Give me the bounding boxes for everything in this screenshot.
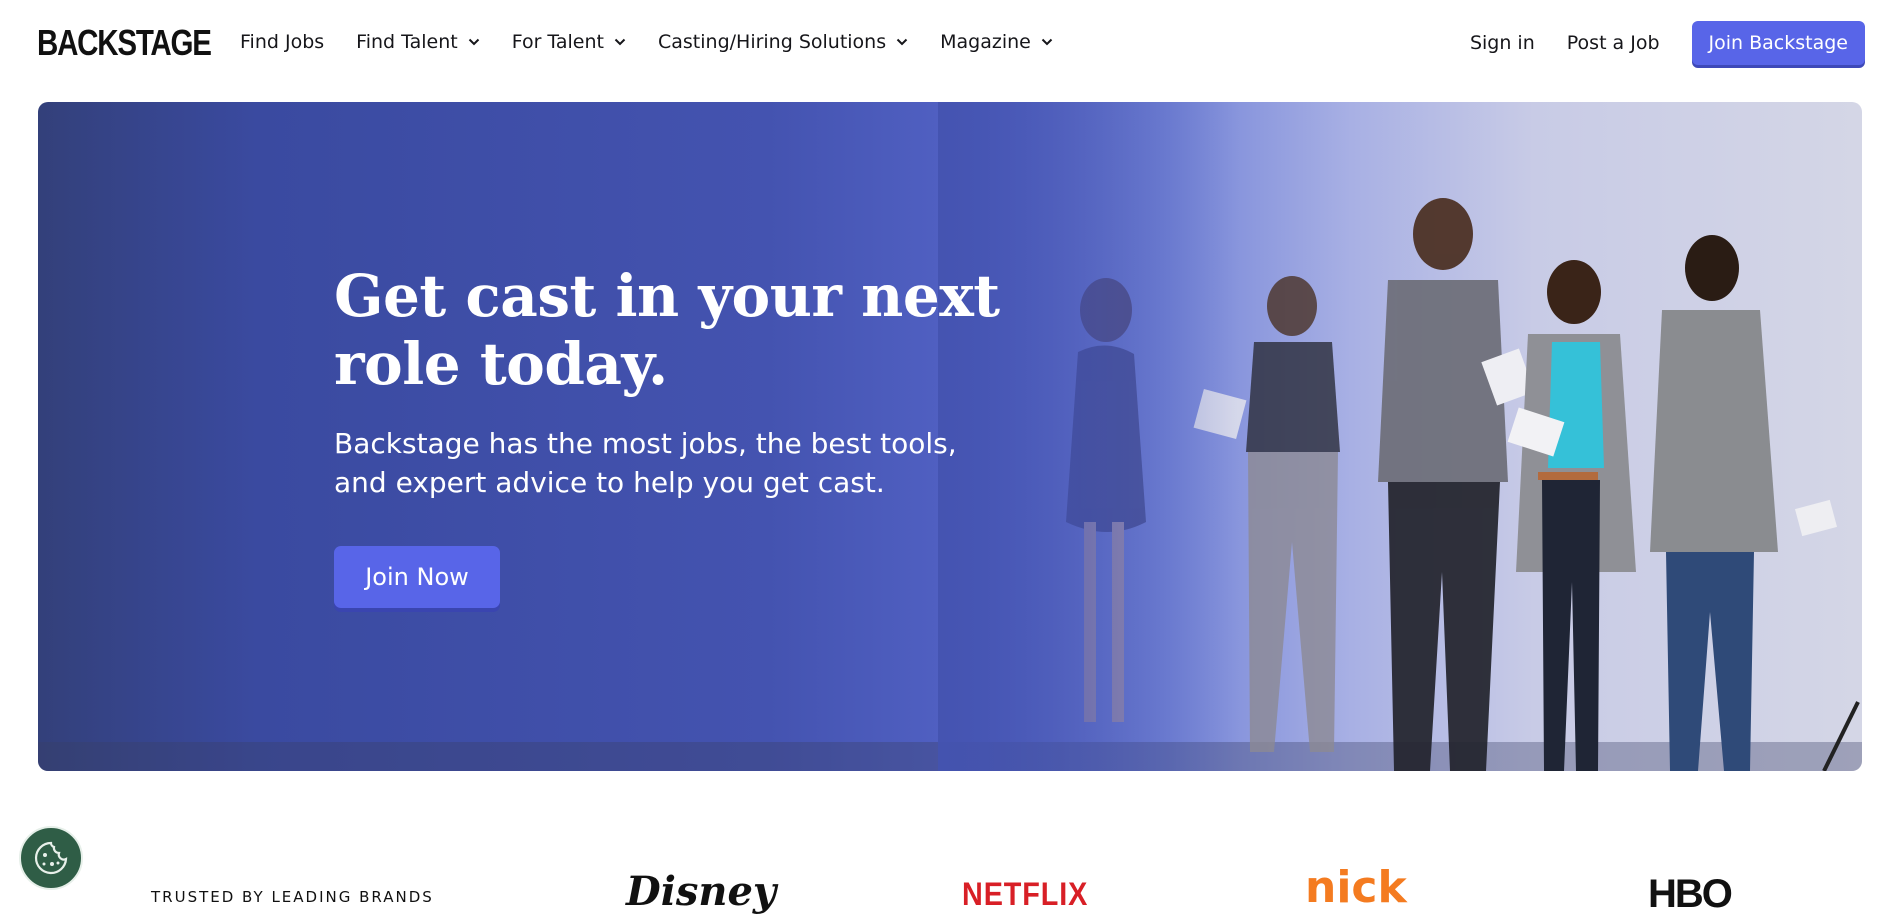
nav-for-talent-label: For Talent [511, 31, 604, 53]
trusted-by-label: TRUSTED BY LEADING BRANDS [151, 888, 434, 906]
hero-banner: Get cast in your next role today. Backst… [38, 102, 1862, 771]
nav-magazine-label: Magazine [940, 31, 1031, 53]
post-a-job-link[interactable]: Post a Job [1567, 29, 1660, 57]
chevron-down-icon [614, 38, 626, 46]
hero-title: Get cast in your next role today. [334, 262, 1000, 398]
chevron-down-icon [1041, 38, 1053, 46]
nav-casting-hiring-label: Casting/Hiring Solutions [657, 31, 887, 53]
nav-find-jobs[interactable]: Find Jobs [240, 28, 324, 56]
cookie-icon [34, 841, 68, 875]
nav-account-actions: Sign in Post a Job Join Backstage [1470, 21, 1865, 65]
nav-for-talent[interactable]: For Talent [512, 28, 626, 56]
chevron-down-icon [896, 38, 908, 46]
nav-find-jobs-label: Find Jobs [240, 31, 325, 53]
nav-magazine[interactable]: Magazine [940, 28, 1053, 56]
sign-in-link[interactable]: Sign in [1470, 29, 1535, 57]
backstage-logo[interactable]: BACKSTAGE [37, 24, 212, 62]
chevron-down-icon [468, 38, 479, 46]
hbo-logo: HBO [1648, 872, 1733, 916]
nav-find-talent[interactable]: Find Talent [356, 28, 480, 56]
nick-logo: nick [1305, 862, 1407, 913]
cookie-settings-button[interactable] [19, 826, 83, 890]
join-now-button[interactable]: Join Now [334, 546, 500, 608]
nav-casting-hiring-solutions[interactable]: Casting/Hiring Solutions [658, 28, 908, 56]
top-navigation: BACKSTAGE Find Jobs Find Talent For Tale… [0, 0, 1898, 86]
nav-find-talent-label: Find Talent [356, 31, 458, 53]
netflix-logo: NETFLIX [962, 876, 1089, 912]
disney-logo: Disney [626, 868, 777, 915]
main-nav-links: Find Jobs Find Talent For Talent Casting… [240, 28, 1053, 56]
join-backstage-button[interactable]: Join Backstage [1691, 21, 1865, 65]
hero-subtitle: Backstage has the most jobs, the best to… [334, 427, 957, 499]
